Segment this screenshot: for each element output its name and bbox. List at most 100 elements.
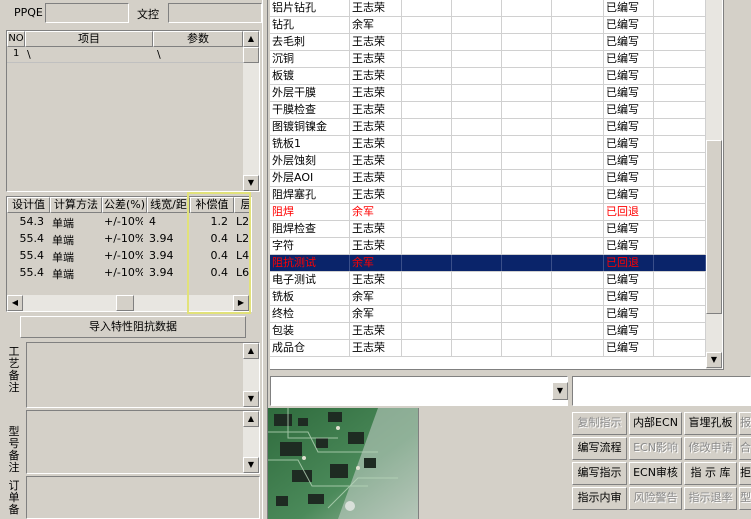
process-row[interactable]: 铣板1 王志荣 已编写 <box>270 136 706 153</box>
process-row[interactable]: 字符 王志荣 已编写 <box>270 238 706 255</box>
action-button[interactable]: 修改申请 <box>684 437 737 460</box>
control-field[interactable] <box>168 3 262 23</box>
action-button[interactable]: 风险警告 <box>629 487 682 510</box>
process-row[interactable]: 外层蚀刻 王志荣 已编写 <box>270 153 706 170</box>
process-cell-c6 <box>552 68 604 84</box>
scroll-down-icon[interactable]: ▼ <box>706 352 722 368</box>
process-row[interactable]: 铣板 余军 已编写 <box>270 289 706 306</box>
process-row[interactable]: 阻焊 余军 已回退 <box>270 204 706 221</box>
action-button[interactable]: 指示内审 <box>572 487 627 510</box>
param-table[interactable]: NO 项目 参数 1 \ \ ▲ ▼ <box>6 30 260 192</box>
process-cell-c8 <box>654 238 706 254</box>
process-row[interactable]: 外层干膜 王志荣 已编写 <box>270 85 706 102</box>
process-row[interactable]: 电子测试 王志荣 已编写 <box>270 272 706 289</box>
order-note-area[interactable] <box>26 476 260 519</box>
scroll-left-icon[interactable]: ◀ <box>7 295 23 311</box>
impedance-cell-tol: +/-10% <box>104 215 143 228</box>
action-button[interactable]: 报 <box>739 412 751 435</box>
process-row[interactable]: 外层AOI 王志荣 已编写 <box>270 170 706 187</box>
model-note-text: 型号备注 <box>8 425 20 474</box>
action-button[interactable]: 内部ECN <box>629 412 682 435</box>
process-row[interactable]: 包装 王志荣 已编写 <box>270 323 706 340</box>
action-button[interactable]: 型 <box>739 487 751 510</box>
chevron-down-icon[interactable]: ▼ <box>552 382 568 400</box>
process-cell-c4 <box>452 238 502 254</box>
process-cell-name: 铝片钻孔 <box>270 0 350 16</box>
scroll-up-icon[interactable]: ▲ <box>243 411 259 427</box>
action-button[interactable]: ECN影响 <box>629 437 682 460</box>
process-cell-c4 <box>452 255 502 271</box>
action-button[interactable]: 指 示 库 <box>684 462 737 485</box>
scroll-down-icon[interactable]: ▼ <box>243 175 259 191</box>
process-cell-c3 <box>402 85 452 101</box>
process-row[interactable]: 板镀 王志荣 已编写 <box>270 68 706 85</box>
process-cell-status: 已编写 <box>604 85 654 101</box>
process-cell-c8 <box>654 323 706 339</box>
param-vscrollbar[interactable]: ▲ ▼ <box>243 31 259 191</box>
action-button[interactable]: 编写流程 <box>572 437 627 460</box>
process-row[interactable]: 阻焊塞孔 王志荣 已编写 <box>270 187 706 204</box>
process-row[interactable]: 钻孔 余军 已编写 <box>270 17 706 34</box>
param-row-param: \ <box>157 48 161 61</box>
scroll-down-icon[interactable]: ▼ <box>243 391 259 407</box>
imp-header-width[interactable]: 线宽/距 <box>147 197 190 213</box>
param-header-no[interactable]: NO <box>7 31 25 47</box>
action-button[interactable]: 指示退率 <box>684 487 737 510</box>
process-row[interactable]: 阻抗测试 余军 已回退 <box>270 255 706 272</box>
process-row[interactable]: 阻焊检查 王志荣 已编写 <box>270 221 706 238</box>
process-cell-name: 沉铜 <box>270 51 350 67</box>
secondary-combo[interactable] <box>572 376 751 406</box>
param-row[interactable]: 1 \ \ <box>7 47 243 63</box>
action-button[interactable]: ECN审核 <box>629 462 682 485</box>
process-row[interactable]: 图镀铜镍金 王志荣 已编写 <box>270 119 706 136</box>
scroll-thumb[interactable] <box>243 47 259 63</box>
model-note-vscrollbar[interactable]: ▲ ▼ <box>243 411 259 473</box>
import-impedance-button[interactable]: 导入特性阻抗数据 <box>20 316 246 338</box>
process-row[interactable]: 终检 余军 已编写 <box>270 306 706 323</box>
process-cell-status: 已编写 <box>604 221 654 237</box>
process-list[interactable]: 铝片钻孔 王志荣 已编写 钻孔 余军 已编写 去毛刺 王志荣 已编写 沉铜 王志荣 已编写 板镀 王志荣已… <box>270 0 724 370</box>
impedance-cell-width: 4 <box>149 215 156 228</box>
process-note-area[interactable]: ▲ ▼ <box>26 342 260 408</box>
param-header-param[interactable]: 参数 <box>153 31 243 47</box>
process-cell-name: 铣板1 <box>270 136 350 152</box>
impedance-cell-tol: +/-10% <box>104 249 143 262</box>
action-button[interactable]: 合 <box>739 437 751 460</box>
process-cell-c5 <box>502 170 552 186</box>
process-row[interactable]: 去毛刺 王志荣 已编写 <box>270 34 706 51</box>
process-cell-status: 已编写 <box>604 17 654 33</box>
process-cell-person: 王志荣 <box>350 340 402 356</box>
action-button[interactable]: 编写指示 <box>572 462 627 485</box>
process-cell-name: 外层干膜 <box>270 85 350 101</box>
process-cell-c5 <box>502 17 552 33</box>
process-row[interactable]: 干膜检查 王志荣 已编写 <box>270 102 706 119</box>
process-row[interactable]: 铝片钻孔 王志荣 已编写 <box>270 0 706 17</box>
process-cell-c5 <box>502 68 552 84</box>
process-row[interactable]: 成品仓 王志荣 已编写 <box>270 340 706 357</box>
process-combo[interactable]: ▼ <box>270 376 568 406</box>
process-cell-name: 外层蚀刻 <box>270 153 350 169</box>
param-header-item[interactable]: 项目 <box>25 31 153 47</box>
process-cell-person: 王志荣 <box>350 136 402 152</box>
process-cell-c6 <box>552 51 604 67</box>
scroll-thumb[interactable] <box>706 140 722 314</box>
ppqe-field[interactable] <box>45 3 129 23</box>
imp-header-tol[interactable]: 公差(%) <box>102 197 147 213</box>
process-cell-name: 阻焊塞孔 <box>270 187 350 203</box>
process-cell-status: 已编写 <box>604 323 654 339</box>
scroll-down-icon[interactable]: ▼ <box>243 457 259 473</box>
process-cell-c8 <box>654 68 706 84</box>
imp-header-method[interactable]: 计算方法 <box>50 197 102 213</box>
process-cell-c6 <box>552 34 604 50</box>
process-note-vscrollbar[interactable]: ▲ ▼ <box>243 343 259 407</box>
imp-header-design[interactable]: 设计值 <box>7 197 50 213</box>
process-row[interactable]: 沉铜 王志荣 已编写 <box>270 51 706 68</box>
scroll-thumb[interactable] <box>116 295 134 311</box>
scroll-up-icon[interactable]: ▲ <box>243 343 259 359</box>
model-note-area[interactable]: ▲ ▼ <box>26 410 260 474</box>
scroll-up-icon[interactable]: ▲ <box>243 31 259 47</box>
action-button[interactable]: 拒 <box>739 462 751 485</box>
action-button[interactable]: 复制指示 <box>572 412 627 435</box>
process-vscrollbar[interactable]: ▼ <box>706 0 722 369</box>
action-button[interactable]: 盲埋孔板 <box>684 412 737 435</box>
